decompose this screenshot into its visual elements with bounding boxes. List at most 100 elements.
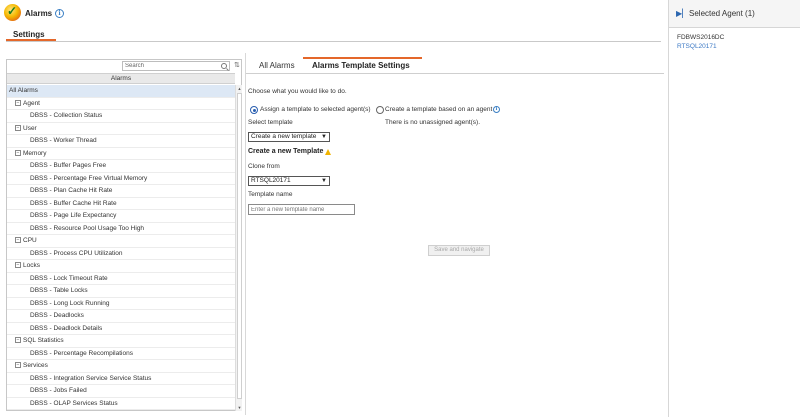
tree-item-row[interactable]: DBSS - Worker Thread bbox=[7, 135, 235, 148]
tree-item-row[interactable]: DBSS - Table Locks bbox=[7, 285, 235, 298]
info-icon[interactable]: i bbox=[493, 106, 500, 113]
tree-item-row[interactable]: DBSS - Process CPU Utilization bbox=[7, 248, 235, 260]
tab-alarms-template-settings[interactable]: Alarms Template Settings bbox=[312, 61, 410, 70]
save-and-navigate-button[interactable]: Save and navigate bbox=[428, 245, 490, 256]
tree-item-row[interactable]: DBSS - Percentage Recompilations bbox=[7, 348, 235, 360]
tree-item-label: User bbox=[23, 124, 37, 132]
tree-group-row[interactable]: − Services bbox=[7, 360, 235, 373]
tree-item-row[interactable]: DBSS - Integration Service Service Statu… bbox=[7, 373, 235, 385]
warning-icon bbox=[325, 149, 331, 155]
tree-item-row[interactable]: DBSS - Jobs Failed bbox=[7, 385, 235, 398]
info-icon[interactable]: i bbox=[55, 9, 64, 18]
tree-item-label: DBSS - Lock Timeout Rate bbox=[30, 274, 108, 282]
app-header: ✓ Alarms i Settings bbox=[0, 0, 667, 42]
header-divider bbox=[6, 41, 661, 42]
tree-item-label: DBSS - Page Life Expectancy bbox=[30, 212, 117, 219]
tree-item-label: DBSS - Process CPU Utilization bbox=[30, 249, 123, 257]
tree-item-label: DBSS - Long Lock Running bbox=[30, 299, 110, 307]
assign-template-radio[interactable] bbox=[250, 106, 258, 114]
agent-item[interactable]: RTSQL20171 bbox=[677, 43, 717, 50]
tree-group-row[interactable]: − User bbox=[7, 123, 235, 135]
tree-item-row[interactable]: DBSS - Buffer Pages Free bbox=[7, 160, 235, 173]
tree-item-label: DBSS - Collection Status bbox=[30, 112, 103, 119]
sort-icon[interactable]: ⇅ bbox=[234, 61, 240, 69]
create-template-label[interactable]: Create a template based on an agent bbox=[385, 106, 492, 113]
collapse-panel-icon[interactable]: ▶▏ bbox=[676, 9, 688, 18]
tree-item-label: Memory bbox=[23, 149, 47, 157]
tree-item-row[interactable]: DBSS - Collection Status bbox=[7, 110, 235, 123]
selected-agent-header: ▶▏ Selected Agent (1) bbox=[669, 0, 800, 28]
tree-item-row[interactable]: All Alarms bbox=[7, 85, 235, 98]
tree-group-row[interactable]: − SQL Statistics bbox=[7, 335, 235, 348]
chevron-down-icon: ▼ bbox=[321, 178, 327, 184]
template-name-input[interactable] bbox=[248, 204, 355, 215]
tree-item-label: Agent bbox=[23, 99, 40, 107]
tree-item-row[interactable]: DBSS - Long Lock Running bbox=[7, 298, 235, 310]
tree-item-row[interactable]: DBSS - Lock Timeout Rate bbox=[7, 273, 235, 285]
tree-item-label: DBSS - Worker Thread bbox=[30, 137, 97, 144]
no-unassigned-message: There is no unassigned agent(s). bbox=[385, 119, 481, 126]
selected-agent-title: Selected Agent (1) bbox=[689, 9, 755, 18]
alarms-tree-panel: ⇅ Alarms All Alarms−AgentDBSS - Collecti… bbox=[6, 59, 242, 411]
collapse-toggle-icon[interactable]: − bbox=[15, 99, 21, 106]
selected-agent-panel: ▶▏ Selected Agent (1) FDBWS2016DC RTSQL2… bbox=[668, 0, 800, 417]
tree-item-label: Services bbox=[23, 362, 48, 369]
select-template-label: Select template bbox=[248, 119, 293, 126]
scroll-down-icon[interactable]: ▼ bbox=[236, 404, 243, 411]
tab-divider bbox=[246, 73, 664, 74]
tree-item-row[interactable]: DBSS - Page Life Expectancy bbox=[7, 210, 235, 223]
tree-group-row[interactable]: − CPU bbox=[7, 235, 235, 248]
alarms-logo-icon: ✓ bbox=[4, 4, 21, 21]
tree-item-row[interactable]: DBSS - Plan Cache Hit Rate bbox=[7, 185, 235, 198]
select-template-dropdown[interactable]: Create a new template ▼ bbox=[248, 132, 330, 142]
tab-all-alarms[interactable]: All Alarms bbox=[259, 61, 295, 70]
clone-from-value: RTSQL20171 bbox=[251, 177, 291, 184]
tree-item-label: All Alarms bbox=[9, 87, 38, 94]
tree-item-row[interactable]: DBSS - OLAP Services Status bbox=[7, 398, 235, 410]
collapse-toggle-icon[interactable]: − bbox=[15, 362, 21, 369]
tree-item-label: DBSS - Plan Cache Hit Rate bbox=[30, 187, 113, 194]
tab-settings[interactable]: Settings bbox=[13, 30, 45, 39]
active-tab-indicator bbox=[303, 57, 422, 59]
create-template-heading: Create a new Template bbox=[248, 148, 324, 155]
chevron-down-icon: ▼ bbox=[321, 134, 327, 140]
search-input[interactable] bbox=[123, 62, 215, 70]
panel-divider bbox=[245, 53, 246, 415]
tree-item-row[interactable]: DBSS - Deadlocks bbox=[7, 310, 235, 323]
tree-item-label: DBSS - Deadlocks bbox=[30, 312, 84, 319]
form-prompt: Choose what you would like to do. bbox=[248, 88, 347, 95]
tree-item-label: CPU bbox=[23, 237, 37, 244]
tree-item-label: Locks bbox=[23, 262, 40, 269]
tree-item-label: DBSS - Jobs Failed bbox=[30, 387, 87, 394]
create-template-radio[interactable] bbox=[376, 106, 384, 114]
collapse-toggle-icon[interactable]: − bbox=[15, 237, 21, 244]
tree-group-row[interactable]: − Memory bbox=[7, 148, 235, 160]
clone-from-dropdown[interactable]: RTSQL20171 ▼ bbox=[248, 176, 330, 186]
tree-column-header[interactable]: Alarms bbox=[7, 73, 235, 84]
selected-agent-list: FDBWS2016DC RTSQL20171 bbox=[669, 28, 800, 417]
collapse-toggle-icon[interactable]: − bbox=[15, 262, 21, 269]
alarms-tree: All Alarms − Agent DBSS - Collection Status… bbox=[7, 85, 235, 411]
scrollbar-thumb[interactable] bbox=[237, 93, 242, 399]
collapse-toggle-icon[interactable]: − bbox=[15, 337, 21, 344]
tree-item-label: DBSS - Integration Service Service Statu… bbox=[30, 374, 152, 382]
tree-search-box[interactable] bbox=[122, 61, 230, 71]
tree-group-row[interactable]: − Locks bbox=[7, 260, 235, 273]
tree-item-row[interactable]: DBSS - Resource Pool Usage Too High bbox=[7, 223, 235, 235]
tree-item-label: DBSS - OLAP Services Status bbox=[30, 399, 118, 407]
tree-item-row[interactable]: DBSS - Buffer Cache Hit Rate bbox=[7, 198, 235, 210]
page-title: Alarms bbox=[25, 9, 53, 18]
tree-scrollbar[interactable]: ▲ ▼ bbox=[235, 85, 242, 411]
agent-item[interactable]: FDBWS2016DC bbox=[677, 34, 724, 41]
collapse-toggle-icon[interactable]: − bbox=[15, 124, 21, 131]
search-icon[interactable] bbox=[221, 63, 227, 69]
collapse-toggle-icon[interactable]: − bbox=[15, 149, 21, 156]
tree-group-row[interactable]: − Agent bbox=[7, 98, 235, 110]
tree-item-label: DBSS - Table Locks bbox=[30, 287, 88, 294]
tree-item-label: DBSS - Buffer Pages Free bbox=[30, 162, 107, 169]
tree-item-row[interactable]: DBSS - Deadlock Details bbox=[7, 323, 235, 335]
tree-item-row[interactable]: DBSS - Percentage Free Virtual Memory bbox=[7, 173, 235, 185]
assign-template-label[interactable]: Assign a template to selected agent(s) bbox=[260, 106, 371, 113]
scroll-up-icon[interactable]: ▲ bbox=[236, 85, 243, 92]
tree-item-label: DBSS - Percentage Recompilations bbox=[30, 349, 133, 357]
